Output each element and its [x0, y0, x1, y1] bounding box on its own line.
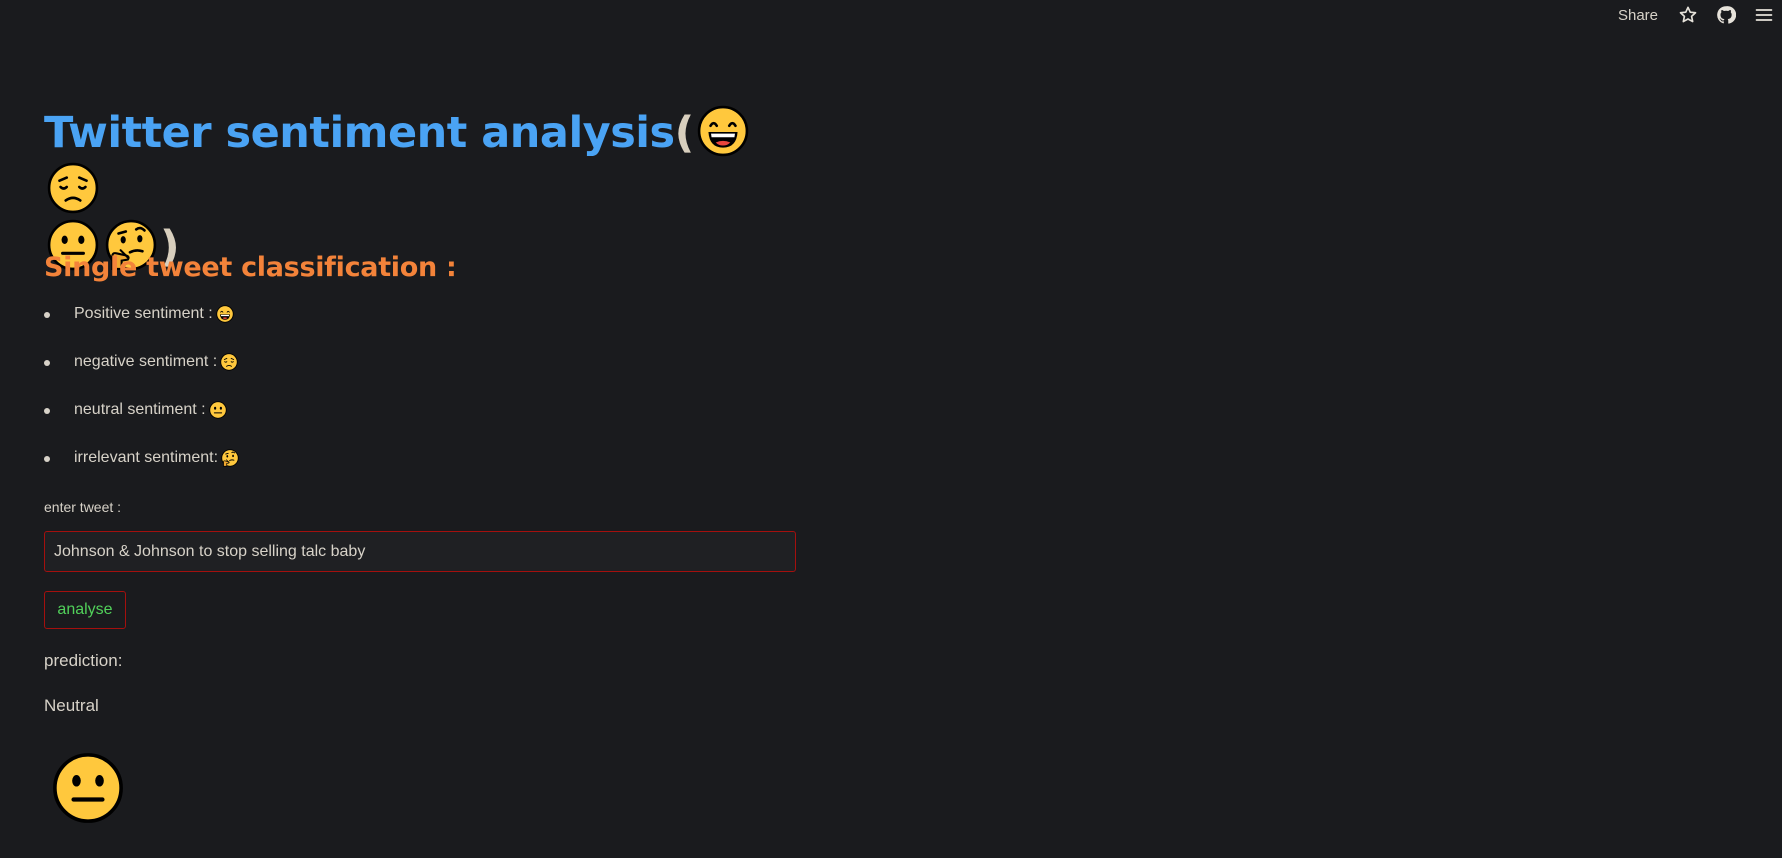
bullet: [44, 456, 50, 462]
thinking-face-icon: [221, 449, 239, 467]
legend-item-neutral: neutral sentiment :: [44, 401, 239, 449]
grinning-face-icon: [697, 105, 749, 157]
bullet: [44, 408, 50, 414]
neutral-face-icon: [52, 752, 124, 824]
title-text: Twitter sentiment analysis: [44, 108, 675, 158]
bullet: [44, 360, 50, 366]
github-icon[interactable]: [1716, 5, 1736, 25]
bullet: [44, 312, 50, 318]
legend-label: irrelevant sentiment:: [74, 449, 219, 466]
legend-item-positive: Positive sentiment :: [44, 305, 239, 353]
top-toolbar: Share: [1618, 0, 1782, 30]
page-title: Twitter sentiment analysis(): [44, 105, 804, 276]
prediction-value: Neutral: [44, 696, 99, 715]
legend-item-negative: negative sentiment :: [44, 353, 239, 401]
disappointed-face-icon: [47, 162, 99, 214]
disappointed-face-icon: [220, 353, 238, 371]
legend-label: negative sentiment :: [74, 353, 218, 370]
section-subtitle: Single tweet classification :: [44, 252, 457, 283]
sentiment-legend: Positive sentiment : negative sentiment …: [44, 305, 239, 497]
legend-item-irrelevant: irrelevant sentiment:: [44, 449, 239, 497]
tweet-input-label: enter tweet :: [44, 499, 122, 515]
star-icon[interactable]: [1678, 5, 1698, 25]
neutral-face-icon: [209, 401, 227, 419]
tweet-input[interactable]: [44, 531, 796, 572]
legend-label: neutral sentiment :: [74, 401, 206, 418]
grinning-face-icon: [216, 305, 234, 323]
hamburger-menu-icon[interactable]: [1754, 5, 1774, 25]
analyse-button[interactable]: analyse: [44, 591, 126, 629]
title-open-paren: (: [674, 108, 695, 158]
app-page: Share Twitter sentiment analysis() Singl…: [0, 0, 1782, 858]
prediction-label: prediction:: [44, 651, 123, 670]
share-button[interactable]: Share: [1618, 7, 1658, 24]
legend-label: Positive sentiment :: [74, 305, 213, 322]
